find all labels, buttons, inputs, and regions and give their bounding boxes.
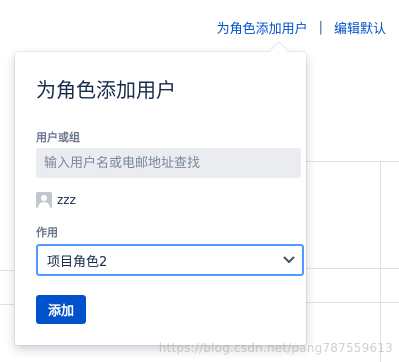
background-divider	[0, 304, 14, 305]
separator: |	[318, 20, 323, 35]
chevron-down-icon	[283, 256, 295, 263]
background-divider	[0, 270, 14, 271]
role-select[interactable]: 项目角色2	[36, 244, 304, 276]
add-button[interactable]: 添加	[36, 295, 86, 324]
role-label: 作用	[36, 226, 58, 239]
dialog-title: 为角色添加用户	[36, 78, 176, 102]
user-search-input[interactable]	[36, 148, 301, 178]
users-label: 用户或组	[36, 131, 80, 144]
watermark: https://blog.csdn.net/pang787559613	[158, 341, 393, 355]
selected-user[interactable]: zzz	[36, 192, 76, 208]
dialog-pointer	[270, 42, 288, 60]
background-divider	[300, 268, 399, 269]
selected-user-name: zzz	[57, 193, 76, 207]
add-user-to-role-link[interactable]: 为角色添加用户	[217, 18, 308, 37]
edit-defaults-link[interactable]: 编辑默认	[334, 18, 386, 37]
header-actions: 为角色添加用户 | 编辑默认	[217, 18, 386, 37]
background-divider	[300, 302, 399, 303]
background-divider	[300, 161, 399, 162]
background-column-divider	[380, 161, 381, 362]
user-avatar-icon	[36, 192, 52, 208]
role-select-value: 项目角色2	[47, 254, 108, 270]
add-user-dialog: 为角色添加用户 用户或组 zzz 作用 项目角色2 添加	[15, 42, 306, 345]
